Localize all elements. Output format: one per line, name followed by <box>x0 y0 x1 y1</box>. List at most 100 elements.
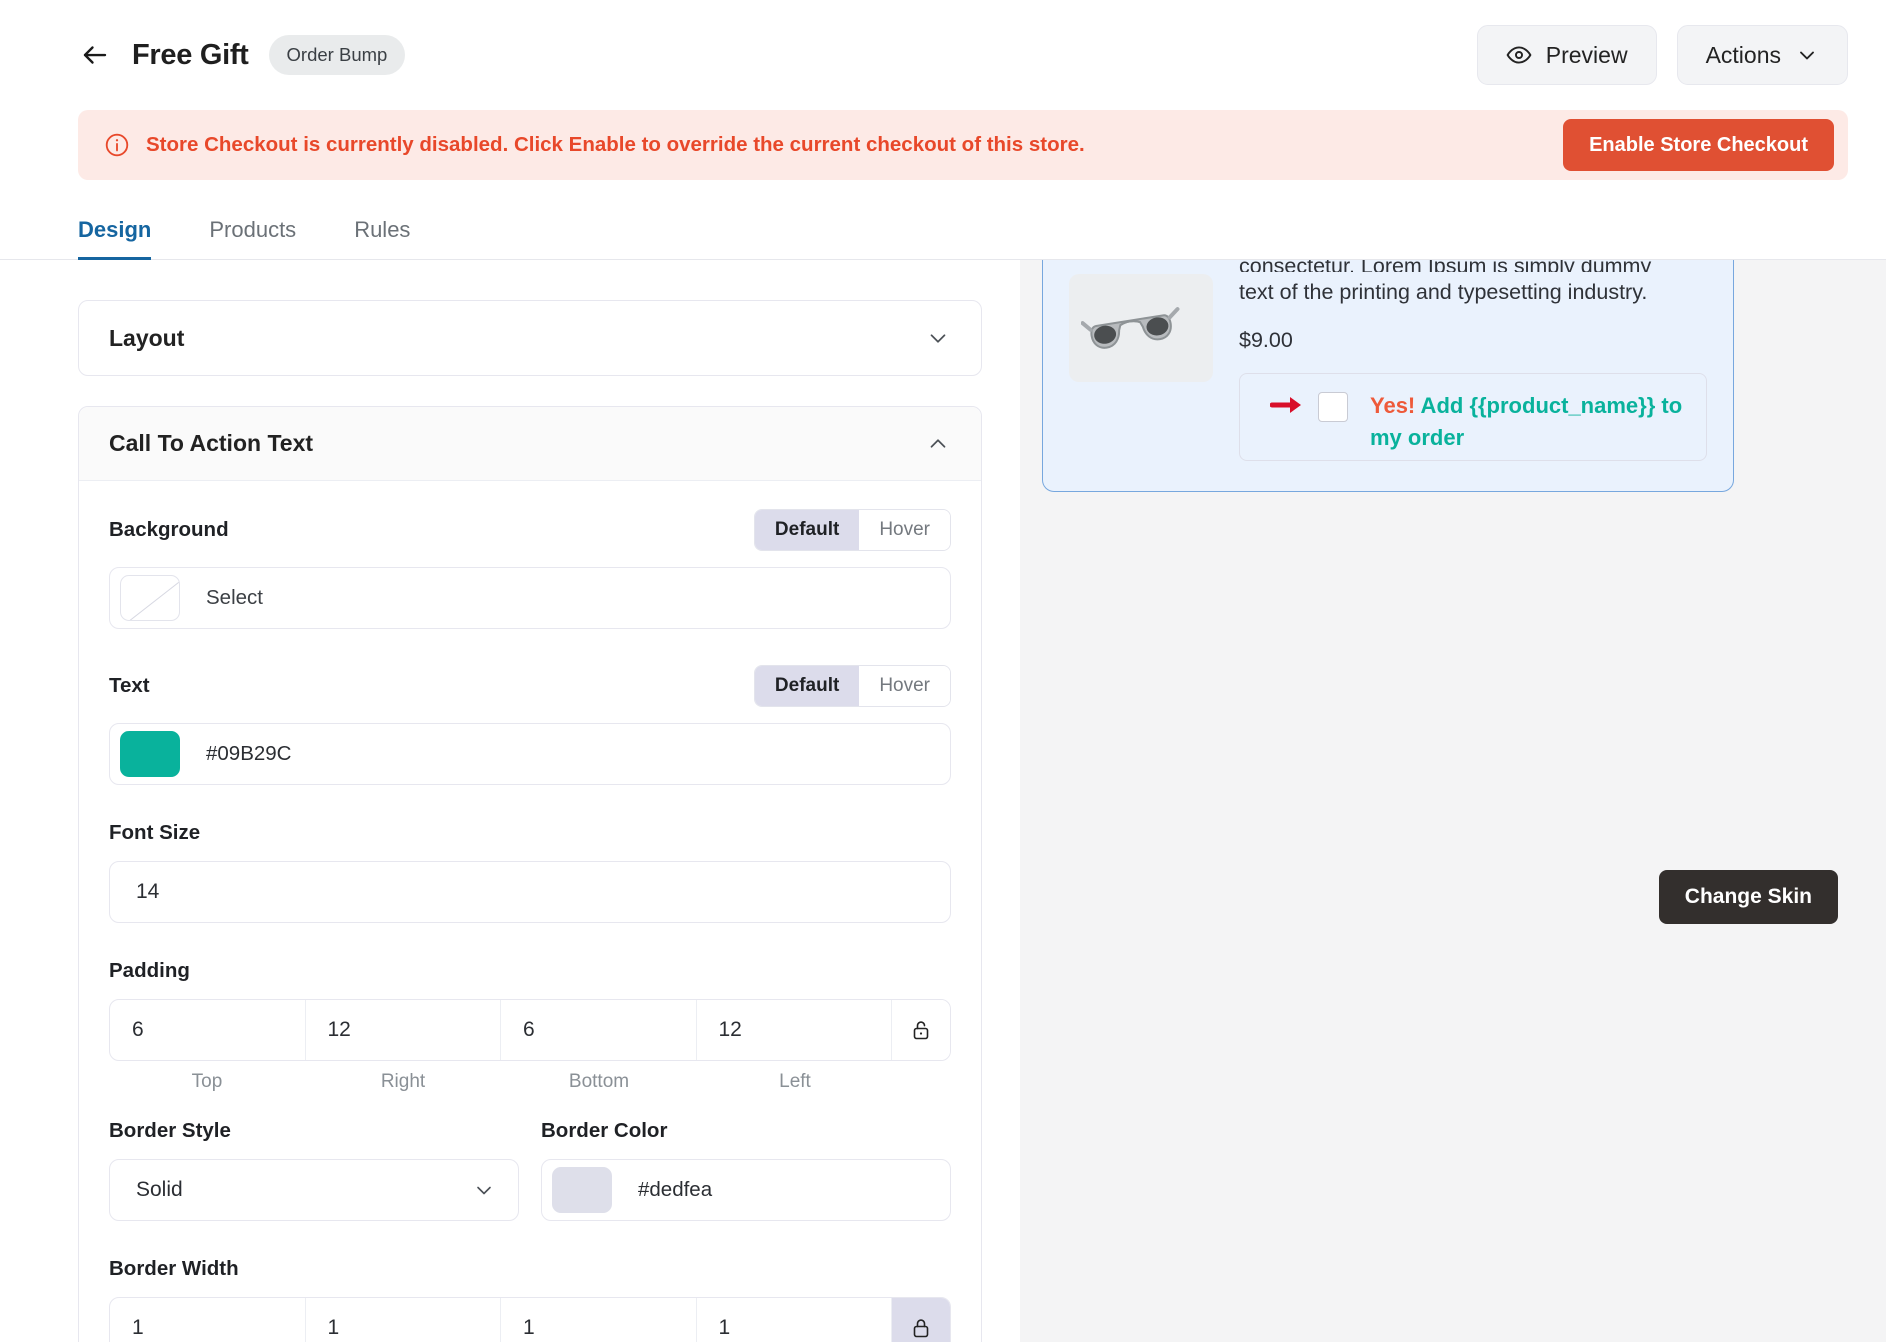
padding-captions: Top Right Bottom Left <box>109 1071 951 1093</box>
background-state-toggle[interactable]: Default Hover <box>753 509 951 551</box>
preview-description: consectetur. Lorem Ipsum is simply dummy… <box>1239 260 1707 312</box>
checkbox-unchecked-icon[interactable] <box>1318 392 1348 422</box>
eye-icon <box>1506 42 1532 68</box>
border-width-left-input[interactable]: 1 <box>697 1298 892 1342</box>
padding-caption-left: Left <box>779 1071 811 1092</box>
lock-icon[interactable] <box>892 1298 950 1342</box>
text-label: Text <box>109 674 150 697</box>
border-width-right-input[interactable]: 1 <box>306 1298 501 1342</box>
preview-button-label: Preview <box>1545 41 1628 68</box>
background-row-header: Background Default Hover <box>109 509 951 551</box>
tab-design[interactable]: Design <box>78 217 152 260</box>
tab-rules[interactable]: Rules <box>354 217 410 260</box>
padding-caption-top: Top <box>191 1071 223 1092</box>
background-color-swatch[interactable] <box>120 575 180 621</box>
tabs-bar: Design Products Rules <box>0 216 1886 260</box>
padding-left-input[interactable]: 12 <box>697 1000 892 1060</box>
preview-cta-body: Add {{product_name}} to my order <box>1370 393 1683 450</box>
border-color-swatch[interactable] <box>552 1167 612 1213</box>
actions-button-label: Actions <box>1705 41 1781 68</box>
actions-button[interactable]: Actions <box>1676 25 1848 85</box>
app-header: Free Gift Order Bump Preview Actions <box>0 0 1886 110</box>
border-style-color-row: Border Style Solid Border Color #dedfea <box>109 1119 951 1221</box>
preview-description-clipped: consectetur. Lorem Ipsum is simply dummy <box>1239 260 1652 272</box>
border-style-label: Border Style <box>109 1119 231 1142</box>
border-style-column: Border Style Solid <box>109 1119 519 1221</box>
text-color-input[interactable]: #09B29C <box>109 723 951 785</box>
preview-cta-highlight: Yes! <box>1370 393 1416 418</box>
settings-pane: Layout Call To Action Text Background De… <box>0 260 1020 1342</box>
text-color-swatch[interactable] <box>120 731 180 777</box>
background-color-value: Select <box>206 586 263 609</box>
preview-button[interactable]: Preview <box>1476 25 1657 85</box>
arrow-right-icon <box>1270 394 1304 416</box>
cta-text-section-header[interactable]: Call To Action Text <box>79 407 981 481</box>
change-skin-button[interactable]: Change Skin <box>1658 870 1838 924</box>
text-color-value: #09B29C <box>206 742 292 765</box>
border-color-input[interactable]: #dedfea <box>541 1159 951 1221</box>
cta-text-section-body: Background Default Hover Select Text Def… <box>79 481 981 1342</box>
border-width-row-header: Border Width <box>109 1257 951 1281</box>
store-checkout-alert: Store Checkout is currently disabled. Cl… <box>78 110 1848 180</box>
padding-right-input[interactable]: 12 <box>306 1000 501 1060</box>
preview-cta-box[interactable]: Yes! Add {{product_name}} to my order <box>1239 373 1707 461</box>
border-color-value: #dedfea <box>638 1178 713 1201</box>
padding-row-header: Padding <box>109 959 951 983</box>
status-badge: Order Bump <box>268 35 406 75</box>
enable-store-checkout-button[interactable]: Enable Store Checkout <box>1563 119 1834 171</box>
padding-top-input[interactable]: 6 <box>110 1000 306 1060</box>
background-color-input[interactable]: Select <box>109 567 951 629</box>
chevron-down-icon <box>925 325 951 351</box>
order-bump-preview-card: consectetur. Lorem Ipsum is simply dummy… <box>1042 260 1734 492</box>
border-width-inputs: 1 1 1 1 <box>109 1297 951 1342</box>
chevron-down-icon <box>1795 43 1819 67</box>
preview-price: $9.00 <box>1239 328 1293 352</box>
text-state-toggle[interactable]: Default Hover <box>753 665 951 707</box>
layout-section-header[interactable]: Layout <box>79 301 981 375</box>
layout-section-title: Layout <box>109 324 185 351</box>
background-label: Background <box>109 518 229 541</box>
text-hover-segment[interactable]: Hover <box>859 666 950 706</box>
preview-product-info: consectetur. Lorem Ipsum is simply dummy… <box>1239 260 1707 461</box>
tab-list: Design Products Rules <box>78 216 1848 260</box>
border-style-value: Solid <box>136 1178 183 1201</box>
info-circle-icon <box>104 132 130 158</box>
background-hover-segment[interactable]: Hover <box>859 510 950 550</box>
layout-section: Layout <box>78 300 982 376</box>
font-size-input[interactable]: 14 <box>109 861 951 923</box>
order-bump-editor: Free Gift Order Bump Preview Actions Sto… <box>0 0 1886 1342</box>
font-size-value: 14 <box>136 880 160 903</box>
text-row-header: Text Default Hover <box>109 665 951 707</box>
border-style-select[interactable]: Solid <box>109 1159 519 1221</box>
border-style-row-header: Border Style <box>109 1119 519 1143</box>
padding-label: Padding <box>109 959 190 982</box>
preview-pane: consectetur. Lorem Ipsum is simply dummy… <box>1020 260 1886 1342</box>
border-color-label: Border Color <box>541 1119 668 1142</box>
editor-body: Layout Call To Action Text Background De… <box>0 260 1886 1342</box>
arrow-left-icon[interactable] <box>78 38 112 72</box>
unlock-icon[interactable] <box>892 1000 950 1060</box>
font-size-label: Font Size <box>109 821 201 844</box>
padding-caption-bottom: Bottom <box>568 1071 630 1092</box>
text-default-segment[interactable]: Default <box>754 666 860 706</box>
padding-bottom-input[interactable]: 6 <box>501 1000 697 1060</box>
border-width-label: Border Width <box>109 1257 239 1280</box>
background-default-segment[interactable]: Default <box>754 510 860 550</box>
cta-text-section: Call To Action Text Background Default H… <box>78 406 982 1342</box>
chevron-up-icon <box>925 431 951 457</box>
sunglasses-image <box>1069 274 1213 382</box>
border-width-top-input[interactable]: 1 <box>110 1298 306 1342</box>
preview-cta-text: Yes! Add {{product_name}} to my order <box>1370 380 1694 454</box>
border-color-row-header: Border Color <box>541 1119 951 1143</box>
chevron-down-icon <box>472 1178 496 1202</box>
alert-message: Store Checkout is currently disabled. Cl… <box>146 133 1085 156</box>
preview-product-row: consectetur. Lorem Ipsum is simply dummy… <box>1069 260 1707 461</box>
padding-inputs: 6 12 6 12 <box>109 999 951 1061</box>
font-size-row-header: Font Size <box>109 821 951 845</box>
border-width-bottom-input[interactable]: 1 <box>501 1298 697 1342</box>
tab-products[interactable]: Products <box>209 217 296 260</box>
